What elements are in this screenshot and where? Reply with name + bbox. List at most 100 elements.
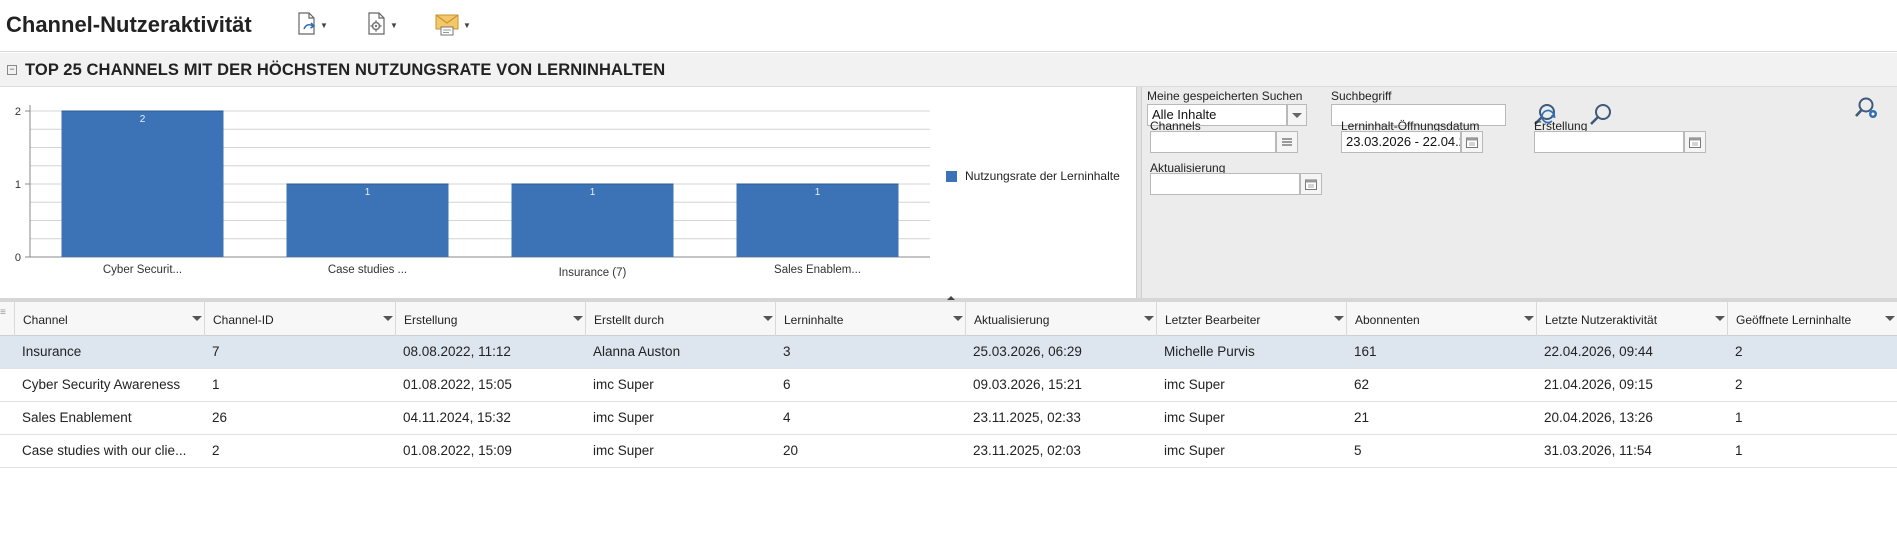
table-cell: 22.04.2026, 09:44 [1544,344,1653,359]
saved-search-dropdown-button[interactable] [1287,104,1307,126]
data-label: 1 [815,187,821,198]
grid-header: ≡ Channel Channel-ID Erstellung Erstellt du… [0,302,1897,336]
table-row[interactable]: Cyber Security Awareness 1 01.08.2022, 15:… [0,369,1897,402]
table-cell: 7 [212,344,220,359]
table-cell: imc Super [593,377,654,392]
table-cell: 1 [1735,443,1743,458]
chart-bar [61,111,224,257]
table-cell: 26 [212,410,228,425]
export-document-icon [296,11,318,39]
search-settings-button[interactable] [1854,95,1882,126]
creation-input[interactable] [1534,131,1684,153]
chevron-down-icon: ▼ [390,20,398,30]
table-cell: 01.08.2022, 15:09 [403,443,512,458]
x-tick-label: Insurance (7) [559,267,627,279]
column-header-label: Lerninhalte [784,313,844,327]
channels-picker-button[interactable] [1276,131,1298,153]
data-label: 1 [365,187,371,198]
data-label: 2 [140,114,146,125]
column-header[interactable]: Erstellung [395,302,585,336]
update-calendar-button[interactable] [1300,173,1322,195]
table-cell: 23.11.2025, 02:33 [973,410,1081,425]
table-cell: 21 [1354,410,1370,425]
table-cell: 21.04.2026, 09:15 [1544,377,1653,392]
export-button[interactable]: ▼ [296,11,328,39]
splitter-grip-icon[interactable] [947,296,955,300]
column-header-label: Erstellung [404,313,458,327]
column-filter-icon[interactable] [192,316,202,321]
x-tick-label: Case studies ... [328,264,407,276]
column-header-label: Channel [23,313,68,327]
column-header[interactable]: Channel-ID [204,302,395,336]
table-row[interactable]: Insurance 7 08.08.2022, 11:12 Alanna Auston… [0,336,1897,369]
table-row[interactable]: Case studies with our clie... 2 01.08.2022… [0,435,1897,468]
y-tick-label: 0 [15,252,21,264]
x-tick-label: Sales Enablem... [774,264,861,276]
open-date-input[interactable]: 23.03.2026 - 22.04.2026 [1341,131,1461,153]
column-header-label: Letzter Bearbeiter [1165,313,1261,327]
column-filter-icon[interactable] [1715,316,1725,321]
open-date-calendar-button[interactable] [1461,131,1483,153]
table-cell: 01.08.2022, 15:05 [403,377,512,392]
table-cell: imc Super [1164,377,1225,392]
update-input[interactable] [1150,173,1300,195]
search-button[interactable] [1588,101,1614,132]
column-header-label: Erstellt durch [594,313,665,327]
column-filter-icon[interactable] [383,316,393,321]
search-icon [1590,104,1611,125]
table-row[interactable]: Sales Enablement 26 04.11.2024, 15:32 imc S… [0,402,1897,435]
table-cell: Sales Enablement [22,410,132,425]
column-header[interactable]: Geöffnete Lerninhalte [1727,302,1897,336]
column-filter-icon[interactable] [573,316,583,321]
column-header[interactable]: Abonnenten [1346,302,1536,336]
column-filter-icon[interactable] [763,316,773,321]
channels-input[interactable] [1150,131,1276,153]
table-cell: imc Super [1164,410,1225,425]
table-cell: imc Super [593,410,654,425]
section-title: TOP 25 CHANNELS MIT DER HÖCHSTEN NUTZUNG… [25,61,666,79]
list-icon [1282,138,1292,146]
y-tick-label: 1 [15,179,21,191]
column-filter-icon[interactable] [953,316,963,321]
calendar-icon [1689,137,1701,148]
table-cell: 62 [1354,377,1370,392]
column-filter-icon[interactable] [1524,316,1534,321]
column-header-label: Channel-ID [213,313,274,327]
table-cell: 04.11.2024, 15:32 [403,410,511,425]
column-filter-icon[interactable] [1334,316,1344,321]
column-header[interactable]: Channel [14,302,204,336]
table-cell: Cyber Security Awareness [22,377,181,392]
table-cell: 2 [212,443,220,458]
column-header-label: Aktualisierung [974,313,1050,327]
email-schedule-button[interactable]: ▼ [435,12,471,38]
table-cell: 6 [783,377,791,392]
column-header[interactable]: Lerninhalte [775,302,965,336]
column-header[interactable]: Erstellt durch [585,302,775,336]
saved-search-label: Meine gespeicherten Suchen [1147,89,1303,103]
table-cell: 1 [212,377,220,392]
report-settings-button[interactable]: ▼ [366,11,398,38]
table-cell: 1 [1735,410,1743,425]
data-label: 1 [590,187,596,198]
table-cell: imc Super [593,443,654,458]
chart-legend: Nutzungsrate der Lerninhalte [946,169,1120,183]
bar-chart: 0 1 2 2 Cyber Securit... 1 Case studies ... 1 In… [15,105,930,279]
email-schedule-icon [435,12,461,39]
table-cell: 31.03.2026, 11:54 [1544,443,1652,458]
table-cell: 2 [1735,377,1743,392]
table-cell: 161 [1354,344,1377,359]
page-title: Channel-Nutzeraktivität [6,12,252,37]
column-filter-icon[interactable] [1144,316,1154,321]
table-cell: 20.04.2026, 13:26 [1544,410,1653,425]
column-filter-icon[interactable] [1885,316,1895,321]
column-header-label: Letzte Nutzeraktivität [1545,313,1658,327]
column-header[interactable]: Letzte Nutzeraktivität [1536,302,1727,336]
column-header[interactable]: Aktualisierung [965,302,1156,336]
collapse-icon[interactable]: − [7,65,17,75]
column-menu-icon[interactable]: ≡ [0,308,10,328]
table-cell: 09.03.2026, 15:21 [973,377,1082,392]
table-cell: 2 [1735,344,1743,359]
column-header[interactable]: Letzter Bearbeiter [1156,302,1346,336]
creation-calendar-button[interactable] [1684,131,1706,153]
table-cell: 08.08.2022, 11:12 [403,344,511,359]
